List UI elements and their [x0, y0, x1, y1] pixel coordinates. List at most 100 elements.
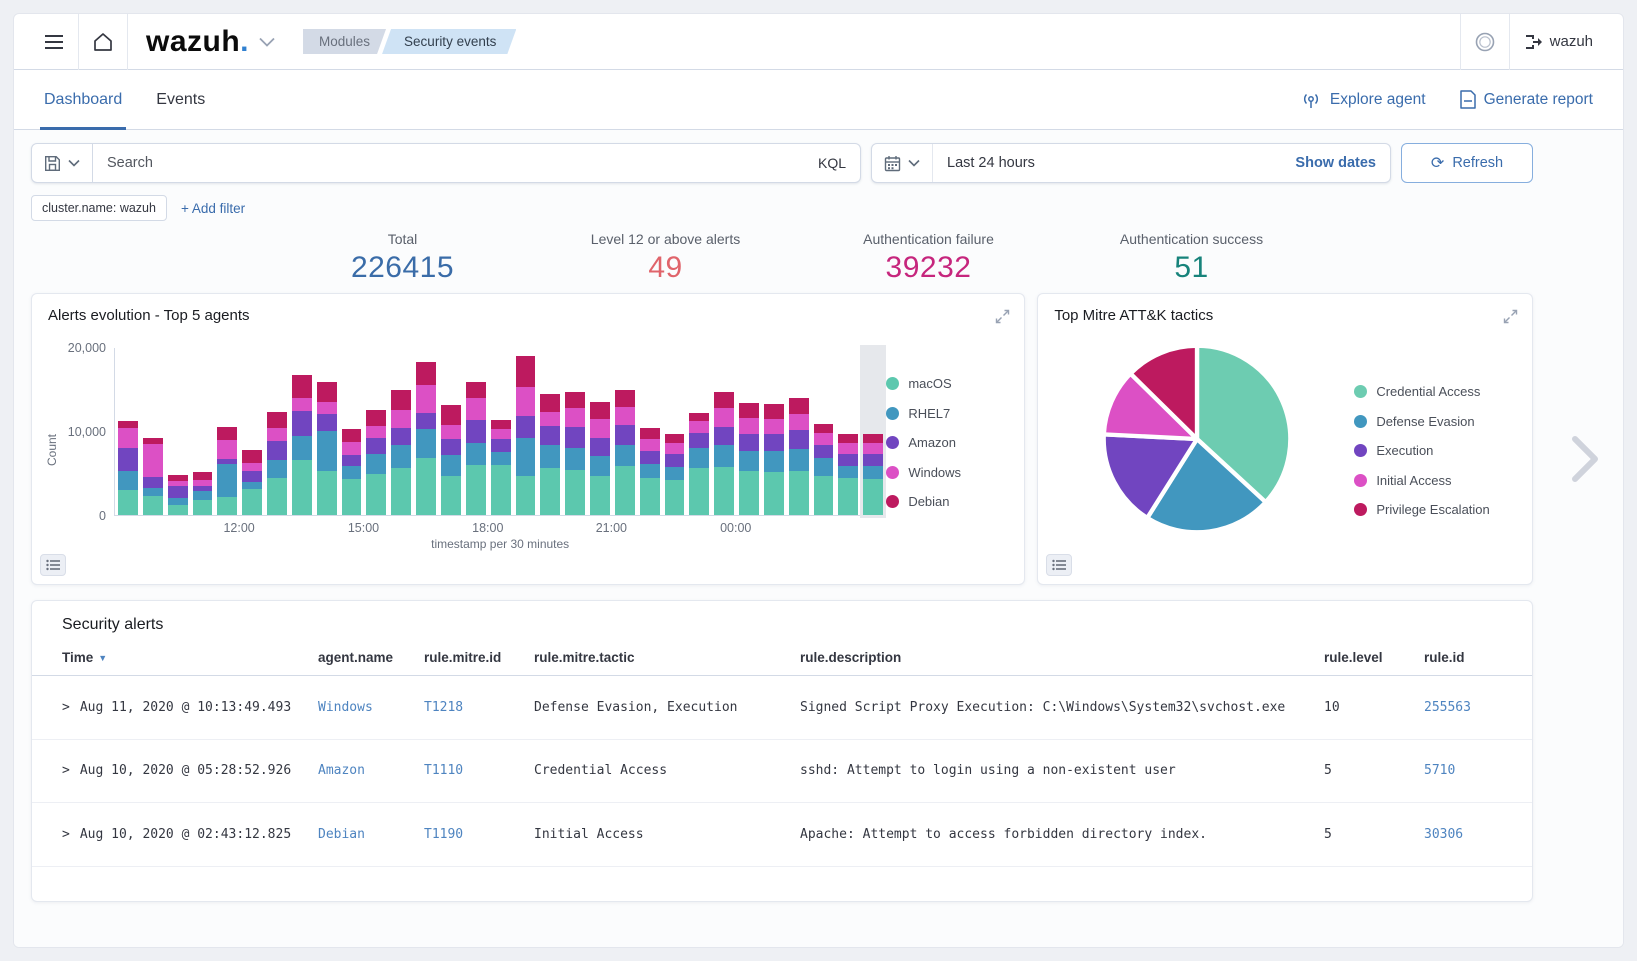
- bar-segment-windows[interactable]: [739, 418, 759, 434]
- bar-segment-rhel7[interactable]: [764, 451, 784, 472]
- bar-27[interactable]: [789, 348, 809, 515]
- bar-segment-amazon[interactable]: [689, 433, 709, 448]
- bar-segment-rhel7[interactable]: [814, 458, 834, 477]
- bar-segment-rhel7[interactable]: [342, 466, 362, 479]
- bar-segment-rhel7[interactable]: [665, 467, 685, 480]
- bar-segment-windows[interactable]: [689, 421, 709, 433]
- bar-segment-amazon[interactable]: [640, 451, 660, 464]
- bar-segment-macos[interactable]: [242, 489, 262, 515]
- bar-segment-debian[interactable]: [516, 356, 536, 386]
- bar-24[interactable]: [714, 348, 734, 515]
- bar-segment-windows[interactable]: [838, 443, 858, 454]
- bar-segment-macos[interactable]: [267, 478, 287, 515]
- bar-15[interactable]: [491, 348, 511, 515]
- legend-item-execution[interactable]: Execution: [1354, 443, 1489, 458]
- bar-20[interactable]: [615, 348, 635, 515]
- bar-segment-rhel7[interactable]: [491, 452, 511, 465]
- bar-segment-macos[interactable]: [789, 471, 809, 516]
- bar-segment-debian[interactable]: [689, 413, 709, 421]
- bar-segment-rhel7[interactable]: [739, 451, 759, 471]
- expand-row-button[interactable]: >: [62, 827, 70, 842]
- bar-segment-windows[interactable]: [342, 442, 362, 455]
- rule-id-link[interactable]: 255563: [1424, 700, 1532, 715]
- bar-segment-debian[interactable]: [640, 428, 660, 439]
- bar-5[interactable]: [242, 348, 262, 515]
- bar-segment-amazon[interactable]: [267, 441, 287, 460]
- bar-segment-amazon[interactable]: [466, 420, 486, 443]
- bar-segment-amazon[interactable]: [863, 454, 883, 467]
- bar-segment-macos[interactable]: [689, 468, 709, 515]
- bar-segment-windows[interactable]: [317, 402, 337, 415]
- bar-segment-amazon[interactable]: [764, 434, 784, 452]
- bar-segment-amazon[interactable]: [168, 486, 188, 498]
- bar-segment-rhel7[interactable]: [441, 455, 461, 476]
- bar-26[interactable]: [764, 348, 784, 515]
- bar-segment-windows[interactable]: [665, 443, 685, 454]
- bar-segment-amazon[interactable]: [838, 454, 858, 467]
- bar-segment-amazon[interactable]: [814, 445, 834, 458]
- bar-4[interactable]: [217, 348, 237, 515]
- mitre-id-link[interactable]: T1218: [424, 700, 534, 715]
- bar-segment-amazon[interactable]: [292, 411, 312, 436]
- bar-segment-amazon[interactable]: [714, 427, 734, 446]
- column-header-rule-id[interactable]: rule.id: [1424, 650, 1532, 665]
- bar-segment-macos[interactable]: [292, 460, 312, 515]
- bar-14[interactable]: [466, 348, 486, 515]
- bar-segment-windows[interactable]: [789, 414, 809, 430]
- bar-segment-windows[interactable]: [441, 425, 461, 439]
- show-dates-button[interactable]: Show dates: [1281, 155, 1390, 171]
- bar-segment-windows[interactable]: [714, 408, 734, 427]
- bar-segment-debian[interactable]: [217, 427, 237, 440]
- bar-segment-rhel7[interactable]: [267, 460, 287, 479]
- bar-segment-amazon[interactable]: [391, 428, 411, 446]
- bar-segment-rhel7[interactable]: [640, 464, 660, 478]
- bar-segment-amazon[interactable]: [590, 438, 610, 457]
- legend-item-initial-access[interactable]: Initial Access: [1354, 473, 1489, 488]
- bar-18[interactable]: [565, 348, 585, 515]
- bar-segment-rhel7[interactable]: [118, 471, 138, 490]
- bar-segment-debian[interactable]: [118, 421, 138, 428]
- stat-level-12-value[interactable]: 49: [534, 251, 797, 285]
- agent-name-link[interactable]: Windows: [318, 700, 424, 715]
- bar-segment-debian[interactable]: [292, 375, 312, 398]
- bar-segment-macos[interactable]: [714, 467, 734, 515]
- bar-segment-amazon[interactable]: [565, 427, 585, 448]
- bar-21[interactable]: [640, 348, 660, 515]
- app-switcher[interactable]: wazuh.: [128, 25, 289, 59]
- bar-segment-debian[interactable]: [193, 472, 213, 480]
- bar-segment-macos[interactable]: [615, 466, 635, 515]
- bar-25[interactable]: [739, 348, 759, 515]
- column-header-agent-name[interactable]: agent.name: [318, 650, 424, 665]
- bar-28[interactable]: [814, 348, 834, 515]
- bar-segment-debian[interactable]: [342, 429, 362, 442]
- legend-toggle-button[interactable]: [40, 554, 66, 576]
- bar-9[interactable]: [342, 348, 362, 515]
- bar-2[interactable]: [168, 348, 188, 515]
- bar-segment-debian[interactable]: [391, 390, 411, 410]
- bar-16[interactable]: [516, 348, 536, 515]
- bar-segment-macos[interactable]: [118, 490, 138, 515]
- bar-1[interactable]: [143, 348, 163, 515]
- quick-select-button[interactable]: [872, 144, 933, 182]
- bar-segment-rhel7[interactable]: [143, 488, 163, 496]
- rule-id-link[interactable]: 30306: [1424, 827, 1532, 842]
- stat-auth-failure-value[interactable]: 39232: [797, 251, 1060, 285]
- bar-segment-debian[interactable]: [565, 392, 585, 409]
- bar-segment-rhel7[interactable]: [366, 454, 386, 474]
- bar-segment-rhel7[interactable]: [540, 445, 560, 468]
- bar-segment-macos[interactable]: [217, 497, 237, 515]
- bar-segment-debian[interactable]: [789, 398, 809, 414]
- kql-toggle[interactable]: KQL: [804, 155, 860, 171]
- bar-segment-amazon[interactable]: [516, 416, 536, 438]
- column-header-rule-level[interactable]: rule.level: [1324, 650, 1424, 665]
- agent-name-link[interactable]: Amazon: [318, 763, 424, 778]
- bar-segment-rhel7[interactable]: [292, 436, 312, 460]
- add-filter-button[interactable]: + Add filter: [181, 201, 245, 216]
- bar-segment-debian[interactable]: [590, 402, 610, 419]
- bar-segment-windows[interactable]: [615, 407, 635, 426]
- bar-13[interactable]: [441, 348, 461, 515]
- bar-11[interactable]: [391, 348, 411, 515]
- bar-segment-debian[interactable]: [317, 382, 337, 401]
- bar-segment-macos[interactable]: [739, 471, 759, 515]
- table-row[interactable]: >Aug 10, 2020 @ 05:28:52.926AmazonT1110C…: [32, 740, 1532, 804]
